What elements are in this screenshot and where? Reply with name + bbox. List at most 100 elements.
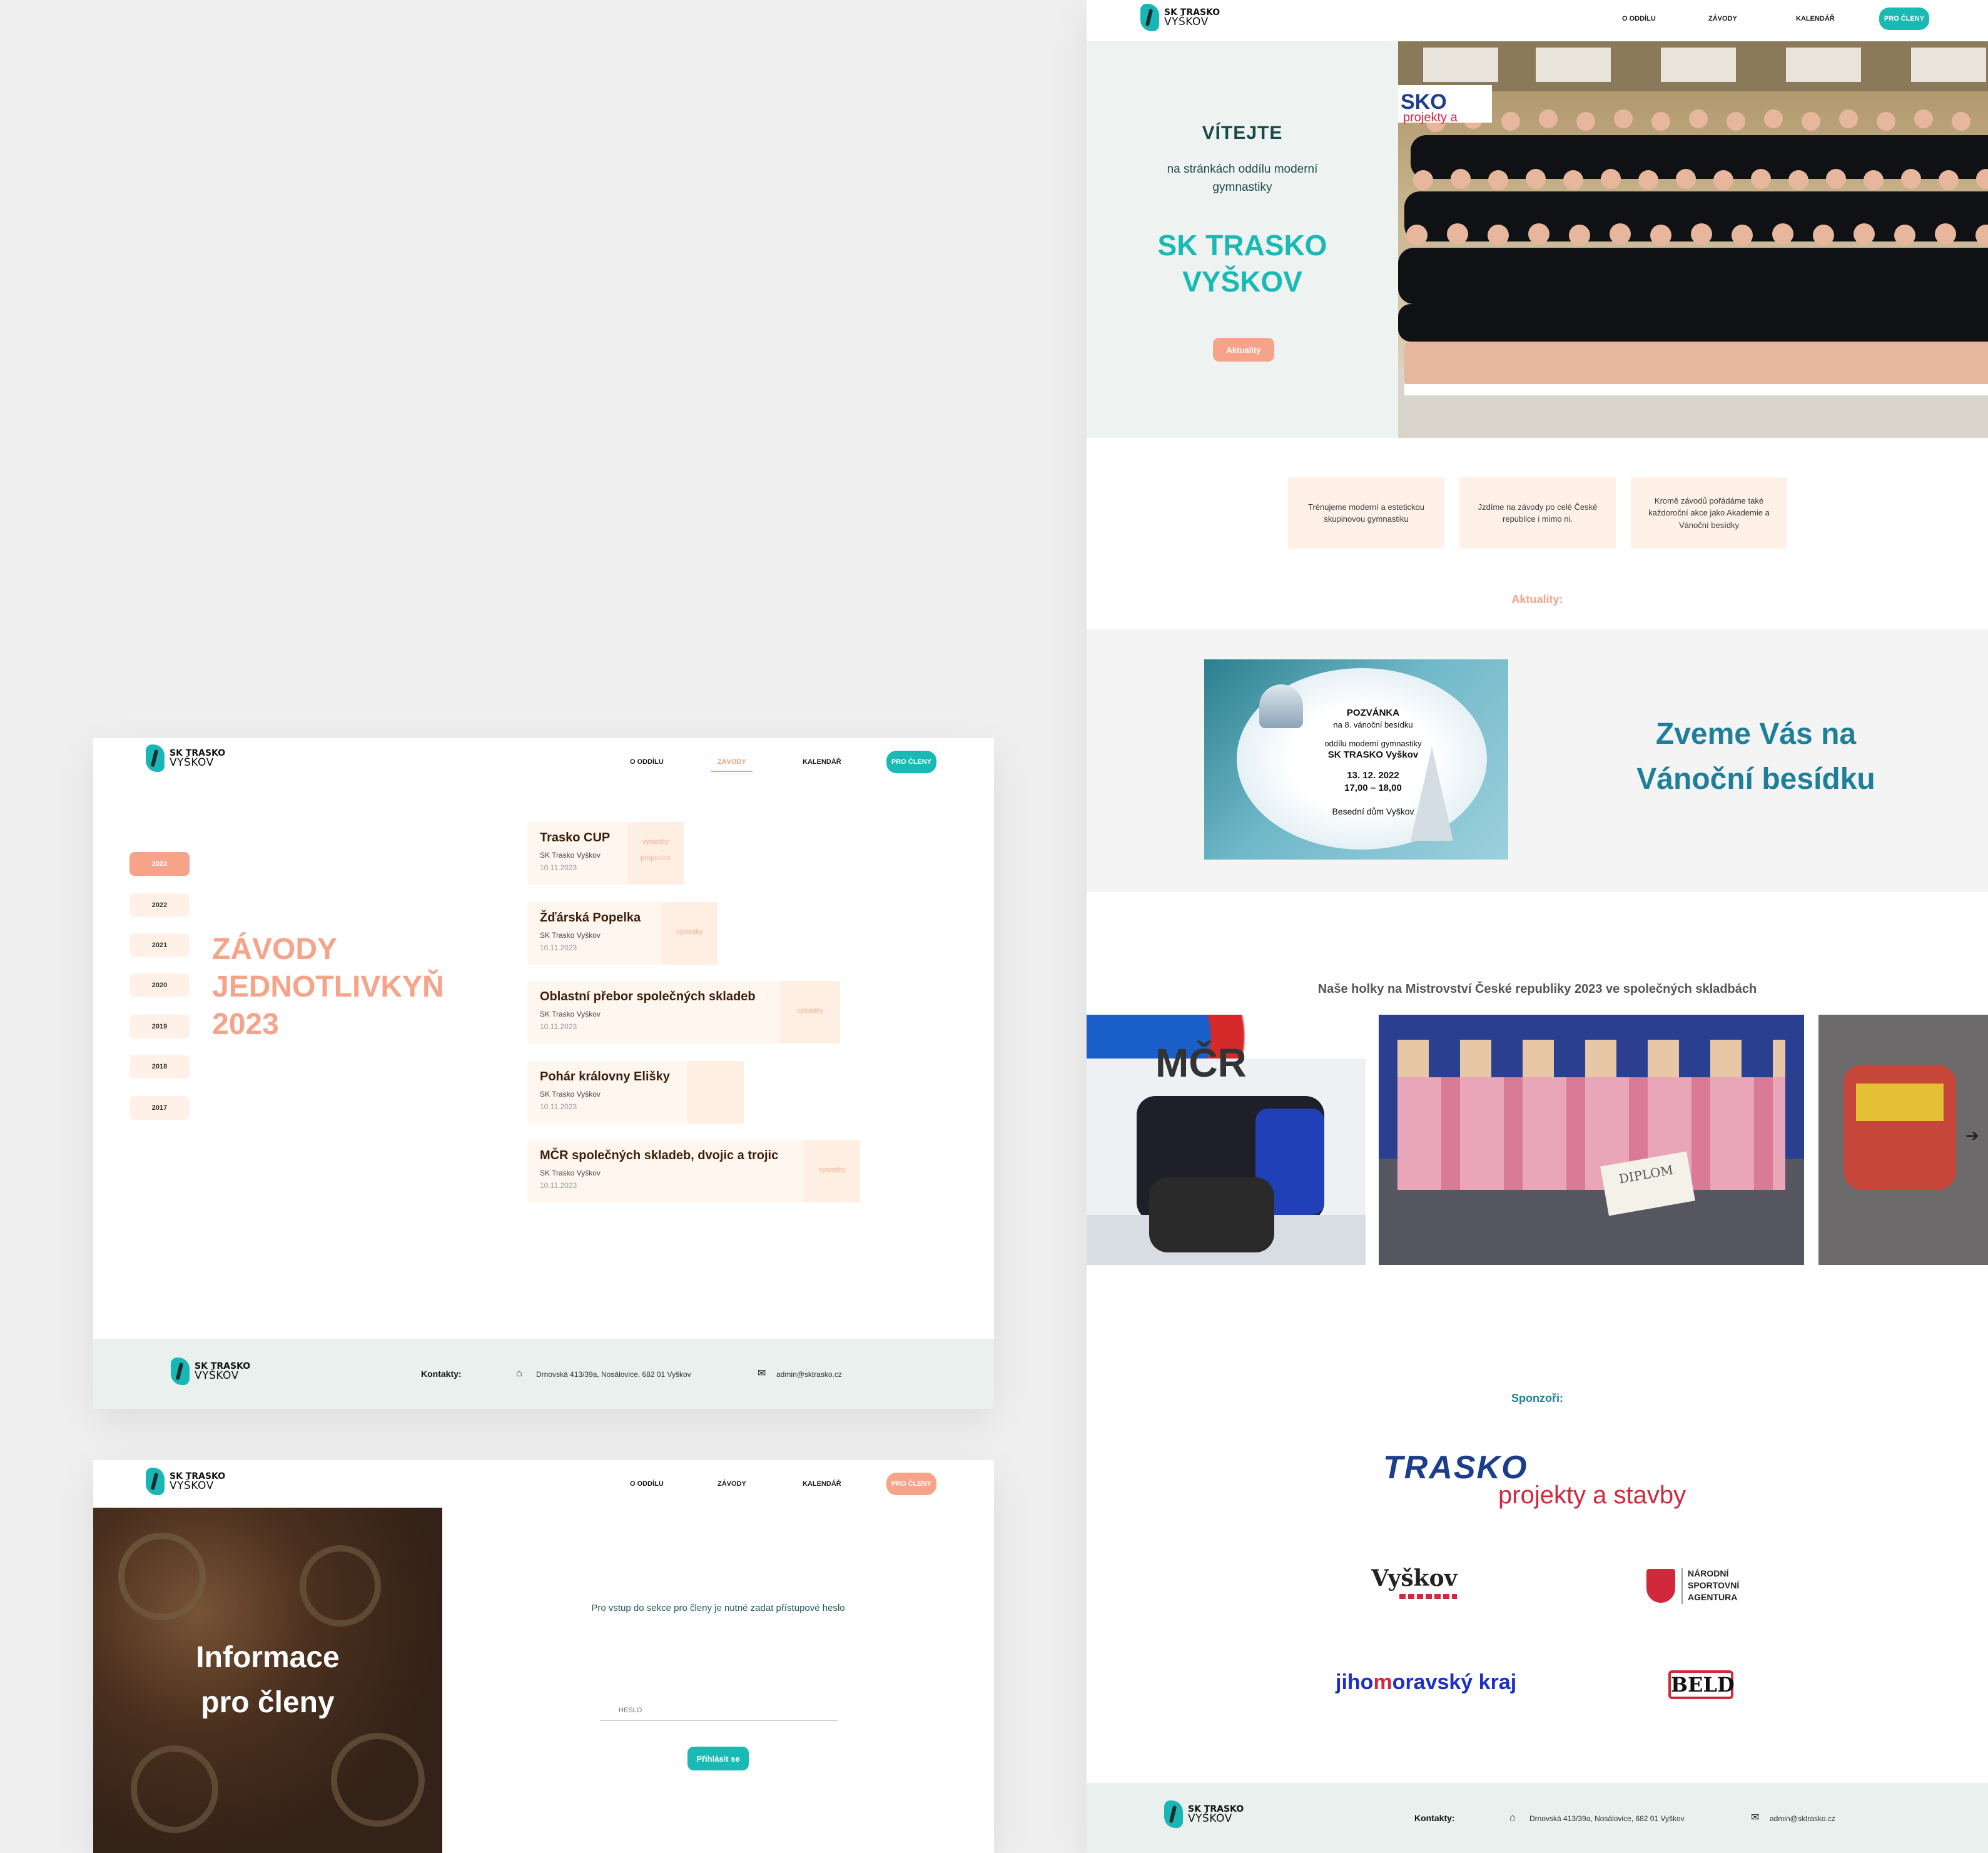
pro-cleny-button[interactable]: PRO ČLENY [1879,8,1929,30]
nav-o-oddilu[interactable]: O ODDÍLU [630,1480,664,1488]
sponsor-jmk[interactable]: jihomoravský kraj [1336,1670,1536,1702]
logo[interactable]: SK TRASKO VYŠKOV [1140,4,1220,31]
invitation-date: 13. 12. 2022 [1347,769,1399,781]
footer-logo[interactable]: SK TRASKO VYŠKOV [171,1358,250,1385]
sponsor-vyskov[interactable]: Vyškov [1371,1565,1465,1603]
year-2020[interactable]: 2020 [129,973,190,997]
logo-line2: VYŠKOV [170,1479,214,1492]
sponsor-trasko-name: TRASKO [1383,1449,1528,1486]
competition-name: Oblastní přebor společných skladeb [540,990,756,1003]
nav-o-oddilu[interactable]: O ODDÍLU [1622,15,1656,23]
password-field[interactable] [600,1702,875,1721]
news-headline[interactable]: Zveme Vás na Vánoční besídku [1593,712,1919,802]
results-link[interactable]: výsledky [780,1007,840,1015]
home-page: SK TRASKO VYŠKOV O ODDÍLU ZÁVODY KALENDÁ… [1087,0,1988,1853]
home-footer: SK TRASKO VYŠKOV Kontakty: ⌂ Drnovská 41… [1087,1783,1988,1853]
bell-icon [1259,684,1303,728]
competition-name: Trasko CUP [540,831,611,845]
home-icon: ⌂ [1509,1812,1516,1823]
logo-line2: VYŠKOV [170,756,214,769]
nav-kalendar[interactable]: KALENDÁŘ [803,1480,841,1488]
logo[interactable]: SK TRASKO VYŠKOV [146,1468,225,1495]
pro-cleny-button[interactable]: PRO ČLENY [886,751,936,773]
members-hero-title: Informace pro členy [93,1635,442,1725]
nsa-line2: SPORTOVNÍ [1688,1580,1740,1590]
competition-date: 10.11.2023 [540,1181,577,1190]
nsa-line3: AGENTURA [1688,1592,1738,1602]
competition-date: 10.11.2023 [540,863,577,872]
footer-email[interactable]: admin@sktrasko.cz [776,1370,842,1379]
logo-line2: VYŠKOV [1164,15,1209,28]
nav-o-oddilu[interactable]: O ODDÍLU [630,758,664,766]
invitation-place: Besední dům Vyškov [1332,806,1414,817]
club-name-line2: VYŠKOV [1182,265,1302,298]
year-2021[interactable]: 2021 [129,933,190,957]
pro-cleny-button[interactable]: PRO ČLENY [886,1473,936,1495]
year-2023[interactable]: 2023 [129,852,190,876]
members-prompt: Pro vstup do sekce pro členy je nutné za… [591,1603,845,1613]
welcome-heading: VÍTEJTE [1202,123,1283,143]
team-photo: SKO projekty a f [1398,41,1988,438]
members-hero-line1: Informace [196,1641,340,1674]
sponsor-nsa[interactable]: NÁRODNÍ SPORTOVNÍ AGENTURA [1646,1565,1765,1609]
footer-address: Drnovská 413/39a, Nosálovice, 682 01 Vyš… [1529,1814,1685,1823]
competitions-page: SK TRASKO VYŠKOV O ODDÍLU ZÁVODY KALENDÁ… [93,738,994,1409]
aktuality-button[interactable]: Aktuality [1213,338,1274,362]
competition-item[interactable]: MČR společných skladeb, dvojic a trojic … [527,1140,860,1202]
footer-logo-mark-icon [1164,1800,1183,1828]
feature-card-competitions: Jzdíme na závody po celé České republice… [1459,477,1616,549]
competition-item[interactable]: Pohár královny Elišky SK Trasko Vyškov 1… [527,1061,744,1124]
footer-logo-mark-icon [171,1358,190,1385]
home-icon: ⌂ [516,1368,522,1379]
nav-zavody[interactable]: ZÁVODY [718,1480,746,1488]
results-link[interactable]: výsledky [661,928,718,936]
gallery-next-arrow[interactable]: ➔ [1965,1127,1982,1144]
footer-logo[interactable]: SK TRASKO VYŠKOV [1164,1800,1244,1828]
footer-logo-line2: VYŠKOV [195,1369,239,1382]
nav-zavody[interactable]: ZÁVODY [718,758,746,766]
gallery-photo-3[interactable]: ➔ [1818,1015,1988,1265]
nav-zavody[interactable]: ZÁVODY [1708,15,1737,23]
invitation-line3: oddílu moderní gymnastiky [1324,738,1422,748]
competition-item[interactable]: Žďárská Popelka SK Trasko Vyškov 10.11.2… [527,902,718,965]
gallery-photo-2[interactable]: DIPLOM [1379,1015,1804,1265]
competition-item[interactable]: Trasko CUP SK Trasko Vyškov 10.11.2023 v… [527,822,684,885]
nav-kalendar[interactable]: KALENDÁŘ [803,758,841,766]
sponsor-trasko[interactable]: TRASKO projekty a stavby [1383,1449,1708,1509]
nav-kalendar[interactable]: KALENDÁŘ [1796,15,1835,23]
sponsor-vyskov-name: Vyškov [1371,1565,1458,1592]
year-2022[interactable]: 2022 [129,893,190,917]
nsa-line1: NÁRODNÍ [1688,1568,1729,1578]
password-input[interactable] [600,1702,875,1719]
footer-email[interactable]: admin@sktrasko.cz [1770,1814,1835,1823]
competition-item[interactable]: Oblastní přebor společných skladeb SK Tr… [527,981,840,1043]
members-header: SK TRASKO VYŠKOV O ODDÍLU ZÁVODY KALENDÁ… [93,1460,994,1508]
competition-date: 10.11.2023 [540,1022,577,1031]
year-2019[interactable]: 2019 [129,1015,190,1038]
login-button[interactable]: Přihlásit se [687,1747,749,1770]
gallery-photo-1[interactable]: MČR [1087,1015,1366,1265]
jmk-part2: m [1373,1670,1392,1694]
mcr-banner: MČR [1155,1040,1247,1085]
competition-name: Pohár královny Elišky [540,1070,670,1084]
year-2018[interactable]: 2018 [129,1055,190,1079]
propositions-link[interactable]: propozice [627,855,684,862]
competitions-header: SK TRASKO VYŠKOV O ODDÍLU ZÁVODY KALENDÁ… [93,738,994,779]
news-headline-line1: Zveme Vás na [1655,718,1857,751]
mail-icon: ✉ [758,1368,766,1379]
invitation-image[interactable]: POZVÁNKA na 8. vánoční besídku oddílu mo… [1204,659,1508,860]
footer-address: Drnovská 413/39a, Nosálovice, 682 01 Vyš… [536,1370,691,1379]
year-2017[interactable]: 2017 [129,1096,190,1120]
footer-logo-line2: VYŠKOV [1188,1812,1232,1825]
results-link[interactable]: výsledky [627,838,684,846]
club-name-line1: SK TRASKO [1157,229,1327,261]
results-link[interactable]: výsledky [804,1166,860,1174]
competitions-footer: SK TRASKO VYŠKOV Kontakty: ⌂ Drnovská 41… [93,1339,994,1409]
competition-org: SK Trasko Vyškov [540,1169,601,1177]
members-hero-photo: Informace pro členy [93,1508,442,1853]
members-page: SK TRASKO VYŠKOV O ODDÍLU ZÁVODY KALENDÁ… [93,1460,994,1853]
sponsor-beld[interactable]: BELD [1668,1670,1735,1699]
competition-org: SK Trasko Vyškov [540,931,601,940]
logo[interactable]: SK TRASKO VYŠKOV [146,744,225,772]
sponsors-label: Sponzoři: [1511,1392,1563,1404]
